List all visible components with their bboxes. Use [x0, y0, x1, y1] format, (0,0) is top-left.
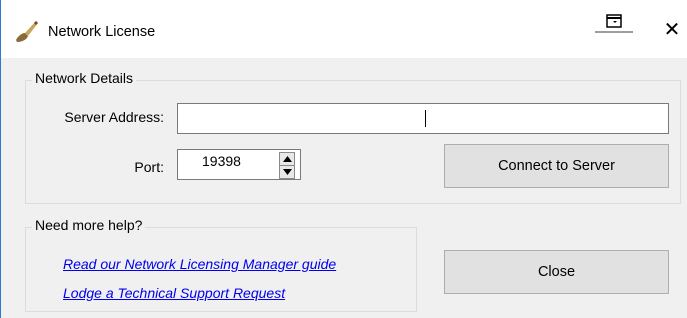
server-address-label: Server Address: [64, 109, 164, 125]
help-group-label: Need more help? [32, 217, 146, 233]
text-caret [425, 110, 426, 127]
network-license-window: Network License ✕ Network Details Server… [0, 0, 687, 318]
port-increment-icon[interactable] [279, 152, 295, 166]
window-title: Network License [48, 24, 156, 40]
connect-to-server-button[interactable]: Connect to Server [444, 144, 669, 188]
server-address-input[interactable] [177, 103, 669, 134]
technical-support-request-link[interactable]: Lodge a Technical Support Request [63, 285, 285, 301]
port-value: 19398 [202, 153, 241, 169]
window-border [0, 0, 1, 318]
close-icon[interactable]: ✕ [662, 20, 682, 40]
restore-window-icon[interactable] [595, 10, 633, 34]
title-bar[interactable]: Network License ✕ [0, 0, 687, 58]
port-stepper[interactable]: 19398 [177, 149, 301, 180]
port-decrement-icon[interactable] [279, 165, 295, 179]
network-details-label: Network Details [32, 70, 137, 86]
brush-icon [14, 18, 40, 44]
close-button[interactable]: Close [444, 250, 669, 294]
network-licensing-guide-link[interactable]: Read our Network Licensing Manager guide [63, 256, 336, 272]
port-label: Port: [134, 159, 164, 175]
